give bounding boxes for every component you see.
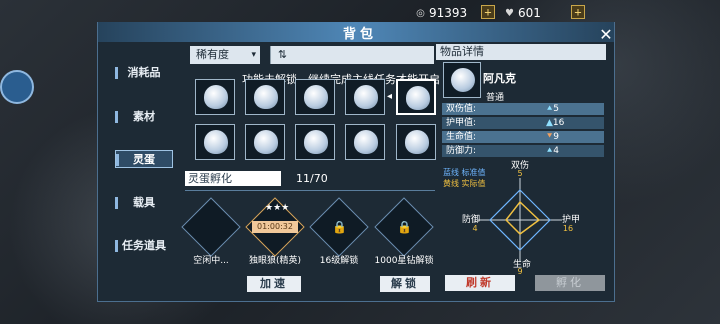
- item-name: 阿凡克: [483, 72, 516, 85]
- item-slot[interactable]: [396, 124, 436, 160]
- filter-bar: [294, 46, 434, 64]
- item-slot-selected[interactable]: [396, 79, 436, 115]
- item-thumbnail: [443, 62, 481, 98]
- item-slot[interactable]: [295, 79, 335, 115]
- stat-value: 16: [552, 118, 565, 128]
- stat-arrow-icon: ▲: [546, 118, 553, 128]
- star-rating: ★★★: [265, 203, 290, 213]
- speed-up-button[interactable]: 加速: [247, 276, 301, 292]
- stat-label: 防御力:: [446, 146, 477, 156]
- panel-title: 背包: [342, 27, 377, 42]
- item-slot[interactable]: [195, 79, 235, 115]
- sort-order-toggle[interactable]: ⇅: [270, 46, 294, 64]
- radar-value-left: 4: [472, 224, 478, 233]
- incubator-label: 空闲中...: [193, 256, 229, 266]
- tab-consumables[interactable]: 消耗品: [115, 64, 173, 82]
- hatch-timer: 01:00:32: [252, 221, 298, 233]
- tab-quest-items[interactable]: 任务道具: [115, 237, 173, 255]
- stat-row: 护甲值: ▲16: [442, 117, 604, 129]
- coin-icon: ◎: [416, 7, 425, 19]
- egg-icon: [451, 68, 475, 92]
- chevron-down-icon: ▾: [251, 50, 256, 60]
- sort-label: 稀有度: [196, 48, 229, 61]
- hatch-button[interactable]: 孵化: [535, 275, 605, 291]
- divider: [185, 190, 435, 191]
- radar-value-right: 16: [562, 224, 574, 233]
- item-slot[interactable]: [195, 124, 235, 160]
- incubation-title: 灵蛋孵化: [185, 171, 281, 186]
- egg-icon: [406, 86, 430, 110]
- side-avatar-bubble[interactable]: [0, 70, 34, 104]
- stat-label: 双伤值:: [446, 104, 477, 114]
- add-coins-button[interactable]: +: [481, 5, 495, 19]
- gem-counter: ♥ 601: [504, 5, 541, 21]
- lock-icon: 🔒: [397, 220, 412, 234]
- tab-materials[interactable]: 素材: [115, 108, 173, 126]
- egg-icon: [304, 130, 328, 154]
- incubator-label: 16级解锁: [319, 256, 359, 266]
- egg-icon: [354, 85, 378, 109]
- stat-row: 防御力: ⯅4: [442, 145, 604, 157]
- radar-value-top: 5: [517, 169, 523, 178]
- heart-gem-icon: ♥: [505, 7, 514, 19]
- radar-actual-polygon: [505, 200, 541, 235]
- tab-spirit-eggs[interactable]: 灵蛋: [115, 150, 173, 168]
- item-slot[interactable]: [295, 124, 335, 160]
- pointer-arrow-icon: ◂: [387, 91, 393, 102]
- stat-value: 9: [553, 132, 559, 142]
- refresh-button[interactable]: 刷新: [445, 275, 515, 291]
- tab-vehicles[interactable]: 载具: [115, 194, 173, 212]
- lock-icon: 🔒: [332, 220, 347, 234]
- incubation-count: 11/70: [296, 172, 328, 185]
- stat-label: 生命值:: [446, 132, 477, 142]
- egg-icon: [254, 130, 278, 154]
- egg-icon: [204, 85, 228, 109]
- stat-label: 护甲值:: [446, 118, 477, 128]
- coin-value: 91393: [429, 6, 468, 20]
- item-slot[interactable]: [345, 79, 385, 115]
- incubator-label: 独眼狼(精英): [248, 256, 302, 266]
- coin-counter: ◎ 91393: [415, 5, 467, 21]
- item-slot[interactable]: [345, 124, 385, 160]
- stat-row: 生命值: ⯆9: [442, 131, 604, 143]
- item-grade: 普通: [486, 93, 505, 103]
- unlock-button[interactable]: 解锁: [380, 276, 430, 292]
- egg-icon: [204, 130, 228, 154]
- stat-row: 双伤值: ⯅5: [442, 103, 604, 115]
- sort-dropdown[interactable]: 稀有度 ▾: [190, 46, 260, 64]
- stat-value: 4: [553, 146, 559, 156]
- add-gems-button[interactable]: +: [571, 5, 585, 19]
- item-slot[interactable]: [245, 124, 285, 160]
- item-detail-header: 物品详情: [436, 44, 606, 60]
- egg-icon: [405, 130, 429, 154]
- gem-value: 601: [518, 6, 541, 20]
- egg-icon: [354, 130, 378, 154]
- item-slot[interactable]: [245, 79, 285, 115]
- close-icon[interactable]: ✕: [598, 27, 614, 43]
- incubator-label: 1000星钻解锁: [374, 256, 434, 266]
- egg-icon: [254, 85, 278, 109]
- egg-icon: [304, 85, 328, 109]
- stat-value: 5: [553, 104, 559, 114]
